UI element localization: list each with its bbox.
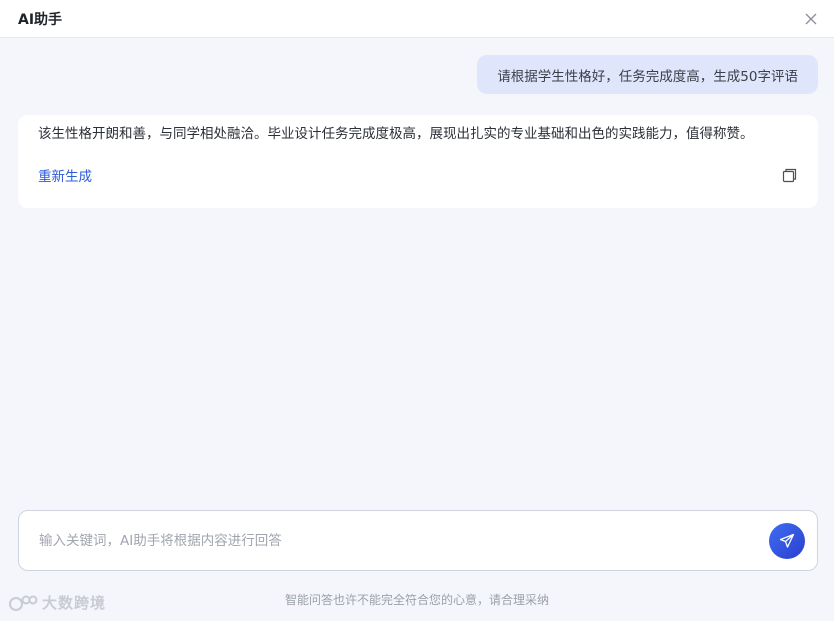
copy-icon [782, 168, 796, 182]
chat-input-box [18, 510, 818, 571]
ai-assistant-window: AI助手 请根据学生性格好，任务完成度高，生成50字评语 该生性格开朗和善，与同… [0, 0, 834, 621]
disclaimer-text: 智能问答也许不能完全符合您的心意，请合理采纳 [284, 593, 549, 607]
chat-area[interactable]: 请根据学生性格好，任务完成度高，生成50字评语 该生性格开朗和善，与同学相处融洽… [0, 39, 834, 499]
close-icon [805, 13, 817, 24]
ai-reply-actions: 重新生成 [38, 165, 798, 185]
title-bar: AI助手 [0, 0, 834, 38]
user-message-bubble: 请根据学生性格好，任务完成度高，生成50字评语 [477, 55, 818, 94]
close-button[interactable] [802, 10, 820, 28]
window-title: AI助手 [18, 11, 63, 28]
send-icon [779, 533, 795, 548]
ai-reply-card: 该生性格开朗和善，与同学相处融洽。毕业设计任务完成度极高，展现出扎实的专业基础和… [18, 115, 818, 208]
copy-button[interactable] [780, 166, 798, 184]
send-button[interactable] [769, 522, 805, 559]
ai-reply-text: 该生性格开朗和善，与同学相处融洽。毕业设计任务完成度极高，展现出扎实的专业基础和… [38, 126, 754, 142]
regenerate-link[interactable]: 重新生成 [38, 165, 92, 185]
chat-input[interactable] [39, 532, 769, 549]
user-message-text: 请根据学生性格好，任务完成度高，生成50字评语 [497, 68, 798, 85]
